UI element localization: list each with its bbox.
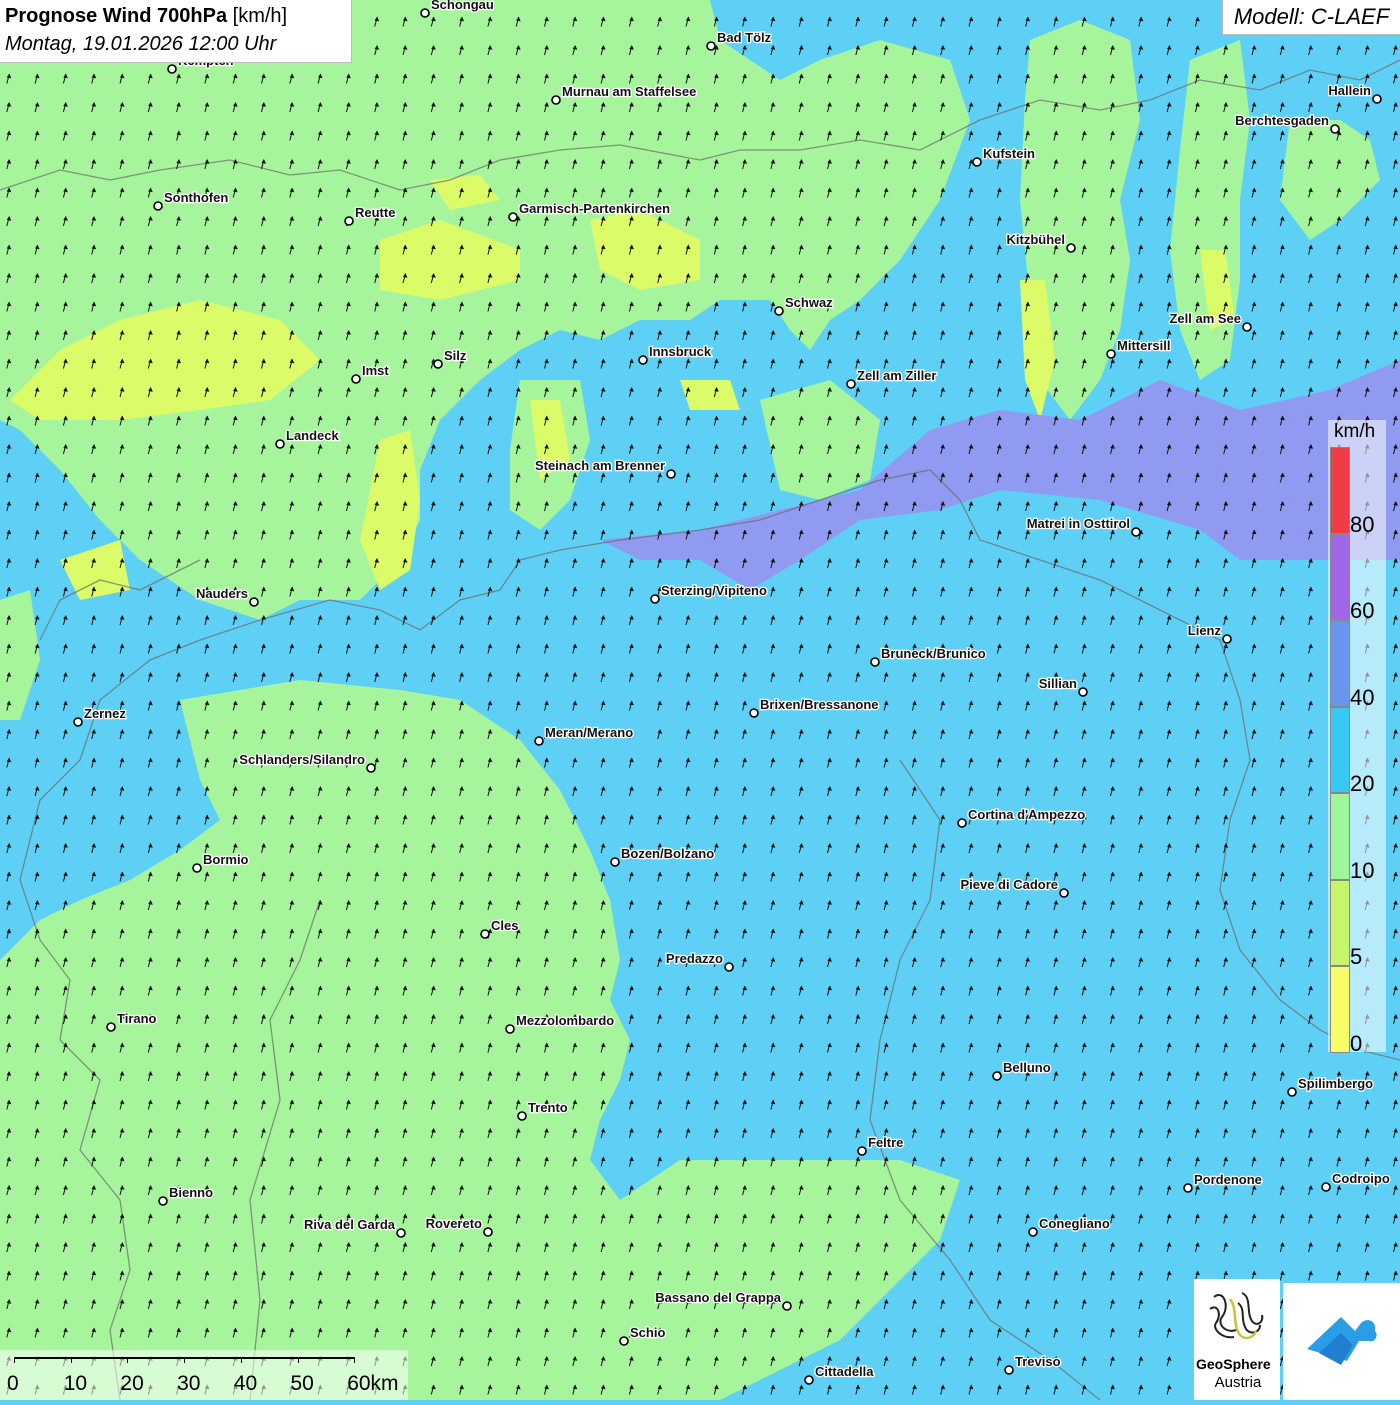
city-dot — [1372, 94, 1382, 104]
city-label: Innsbruck — [649, 344, 712, 359]
city-label: Landeck — [286, 428, 340, 443]
city-label: Steinach am Brenner — [535, 458, 665, 473]
city-dot — [508, 212, 518, 222]
city-dot — [846, 379, 856, 389]
city-dot — [1131, 527, 1141, 537]
city-dot — [433, 359, 443, 369]
city-dot — [774, 306, 784, 316]
city-label: Kufstein — [983, 146, 1035, 161]
city-label: Kitzbühel — [1007, 232, 1066, 247]
city-label: Hallein — [1328, 83, 1371, 98]
city-label: Berchtesgaden — [1235, 113, 1329, 128]
city-label: Nauders — [196, 586, 248, 601]
city-label: Bruneck/Brunico — [881, 646, 986, 661]
city-label: Garmisch-Partenkirchen — [519, 201, 670, 216]
city-dot — [650, 594, 660, 604]
city-label: Zell am Ziller — [857, 368, 936, 383]
city-label: Imst — [362, 363, 389, 378]
city-label: Murnau am Staffelsee — [562, 84, 696, 99]
city-label: Sillian — [1039, 676, 1077, 691]
city-dot — [1330, 124, 1340, 134]
city-label: Sonthofen — [164, 190, 228, 205]
city-label: Reutte — [355, 205, 395, 220]
city-dot — [153, 201, 163, 211]
city-dot — [534, 736, 544, 746]
city-dot — [957, 818, 967, 828]
city-label: Lienz — [1188, 623, 1222, 638]
city-dot — [1222, 634, 1232, 644]
city-label: Sterzing/Vipiteno — [661, 583, 767, 598]
city-dot — [1242, 322, 1252, 332]
city-dot — [1066, 243, 1076, 253]
city-label: Matrei in Osttirol — [1027, 516, 1130, 531]
city-dot — [706, 41, 716, 51]
city-dot — [551, 95, 561, 105]
wind-forecast-map[interactable]: SchongauBad TölzKemptenMurnau am Staffel… — [0, 0, 1400, 1400]
city-dot — [344, 216, 354, 226]
city-dot — [1106, 349, 1116, 359]
city-label: Schwaz — [785, 295, 833, 310]
city-dot — [870, 657, 880, 667]
city-dot — [666, 469, 676, 479]
city-label: Meran/Merano — [545, 725, 633, 740]
city-dot — [73, 717, 83, 727]
city-dot — [749, 708, 759, 718]
city-dot — [972, 157, 982, 167]
city-dot — [1078, 687, 1088, 697]
city-dot — [167, 64, 177, 74]
city-dot — [249, 597, 259, 607]
city-label: Brixen/Bressanone — [760, 697, 879, 712]
city-label: Bad Tölz — [717, 30, 772, 45]
city-dot — [366, 763, 376, 773]
city-dot — [420, 8, 430, 18]
city-label: Schongau — [431, 0, 494, 12]
city-label: Mittersill — [1117, 338, 1170, 353]
city-label: Silz — [444, 348, 467, 363]
city-dot — [638, 355, 648, 365]
city-dot — [275, 439, 285, 449]
city-label: Zell am See — [1169, 311, 1241, 326]
city-dot — [351, 374, 361, 384]
city-label: Schlanders/Silandro — [239, 752, 365, 767]
city-label: Zernez — [84, 706, 126, 721]
